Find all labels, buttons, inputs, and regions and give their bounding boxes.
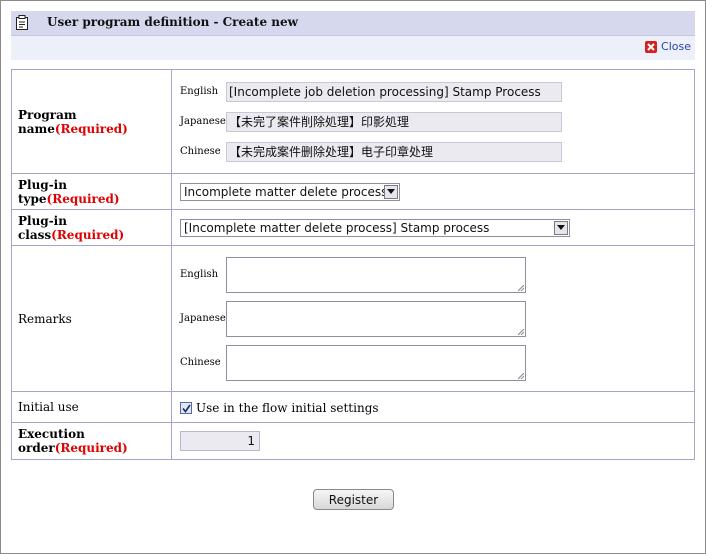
- program-name-chinese-row: Chinese 【未完成案件删除处理】电子印章处理: [180, 137, 693, 167]
- title-bar: User program definition - Create new: [11, 11, 695, 36]
- chevron-down-icon: [387, 189, 395, 194]
- initial-use-checkbox-label[interactable]: Use in the flow initial settings: [196, 401, 379, 415]
- plugin-type-dropdown-arrow[interactable]: [384, 184, 398, 199]
- plugin-class-field: [Incomplete matter delete process] Stamp…: [171, 209, 695, 246]
- lang-label-english: English: [180, 86, 219, 97]
- clipboard-icon: [16, 15, 28, 30]
- chevron-down-icon: [557, 225, 565, 230]
- program-name-japanese-input[interactable]: 【未完了案件削除処理】印影処理: [226, 111, 562, 132]
- remarks-chinese-row: Chinese: [180, 341, 693, 385]
- resize-grip-icon[interactable]: [518, 284, 524, 291]
- row-program-name: Program name(Required) English [Incomple…: [11, 69, 695, 174]
- program-name-chinese-input[interactable]: 【未完成案件删除处理】电子印章处理: [226, 141, 562, 162]
- plugin-class-label: Plug-in class(Required): [11, 209, 172, 246]
- checkmark-icon: [181, 404, 191, 413]
- program-name-english-input[interactable]: [Incomplete job deletion processing] Sta…: [226, 81, 562, 102]
- initial-use-field: Use in the flow initial settings: [171, 391, 695, 423]
- row-initial-use: Initial use Use in the flow initial sett…: [11, 391, 695, 423]
- plugin-class-selected: [Incomplete matter delete process] Stamp…: [184, 220, 490, 235]
- dialog-window: User program definition - Create new Clo…: [0, 0, 706, 554]
- register-button[interactable]: Register: [313, 489, 394, 510]
- remarks-japanese-textarea[interactable]: [226, 300, 526, 337]
- remarks-label: Remarks: [11, 245, 172, 392]
- required-marker: (Required): [54, 441, 128, 455]
- required-marker: (Required): [46, 191, 120, 206]
- resize-grip-icon[interactable]: [518, 372, 524, 379]
- remarks-fields: English Japanese Chinese: [171, 245, 695, 392]
- execution-order-field: 1: [171, 422, 695, 460]
- row-plugin-class: Plug-in class(Required) [Incomplete matt…: [11, 209, 695, 246]
- toolbar: Close: [11, 36, 695, 60]
- plugin-type-select[interactable]: Incomplete matter delete process: [180, 182, 400, 201]
- remarks-japanese-row: Japanese: [180, 297, 693, 341]
- required-marker: (Required): [51, 227, 125, 242]
- row-plugin-type: Plug-in type(Required) Incomplete matter…: [11, 173, 695, 210]
- plugin-class-select[interactable]: [Incomplete matter delete process] Stamp…: [180, 218, 570, 237]
- execution-order-input[interactable]: 1: [180, 431, 260, 451]
- row-execution-order: Execution order(Required) 1: [11, 422, 695, 460]
- resize-grip-icon[interactable]: [518, 328, 524, 335]
- plugin-type-field: Incomplete matter delete process: [171, 173, 695, 210]
- initial-use-control[interactable]: Use in the flow initial settings: [180, 401, 379, 415]
- close-x-icon: [645, 40, 658, 53]
- lang-label-chinese: Chinese: [180, 357, 221, 368]
- program-name-label: Program name(Required): [11, 69, 172, 174]
- execution-order-label: Execution order(Required): [11, 422, 172, 460]
- close-label[interactable]: Close: [661, 40, 691, 53]
- remarks-chinese-textarea[interactable]: [226, 344, 526, 381]
- page-title: User program definition - Create new: [47, 15, 298, 29]
- lang-label-japanese: Japanese: [180, 116, 226, 127]
- program-name-japanese-row: Japanese 【未完了案件削除処理】印影処理: [180, 107, 693, 137]
- initial-use-checkbox[interactable]: [180, 402, 192, 414]
- plugin-type-label: Plug-in type(Required): [11, 173, 172, 210]
- program-form: Program name(Required) English [Incomple…: [11, 69, 695, 460]
- remarks-english-row: English: [180, 253, 693, 297]
- lang-label-japanese: Japanese: [180, 313, 226, 324]
- remarks-english-textarea[interactable]: [226, 256, 526, 293]
- lang-label-english: English: [180, 269, 219, 280]
- program-name-fields: English [Incomplete job deletion process…: [171, 69, 695, 174]
- required-marker: (Required): [54, 121, 128, 136]
- initial-use-label: Initial use: [11, 391, 172, 423]
- plugin-class-dropdown-arrow[interactable]: [554, 220, 568, 235]
- program-name-english-row: English [Incomplete job deletion process…: [180, 77, 693, 107]
- lang-label-chinese: Chinese: [180, 146, 221, 157]
- row-remarks: Remarks English Japanese Chinese: [11, 245, 695, 392]
- close-button[interactable]: Close: [645, 40, 691, 53]
- plugin-type-selected: Incomplete matter delete process: [184, 184, 388, 199]
